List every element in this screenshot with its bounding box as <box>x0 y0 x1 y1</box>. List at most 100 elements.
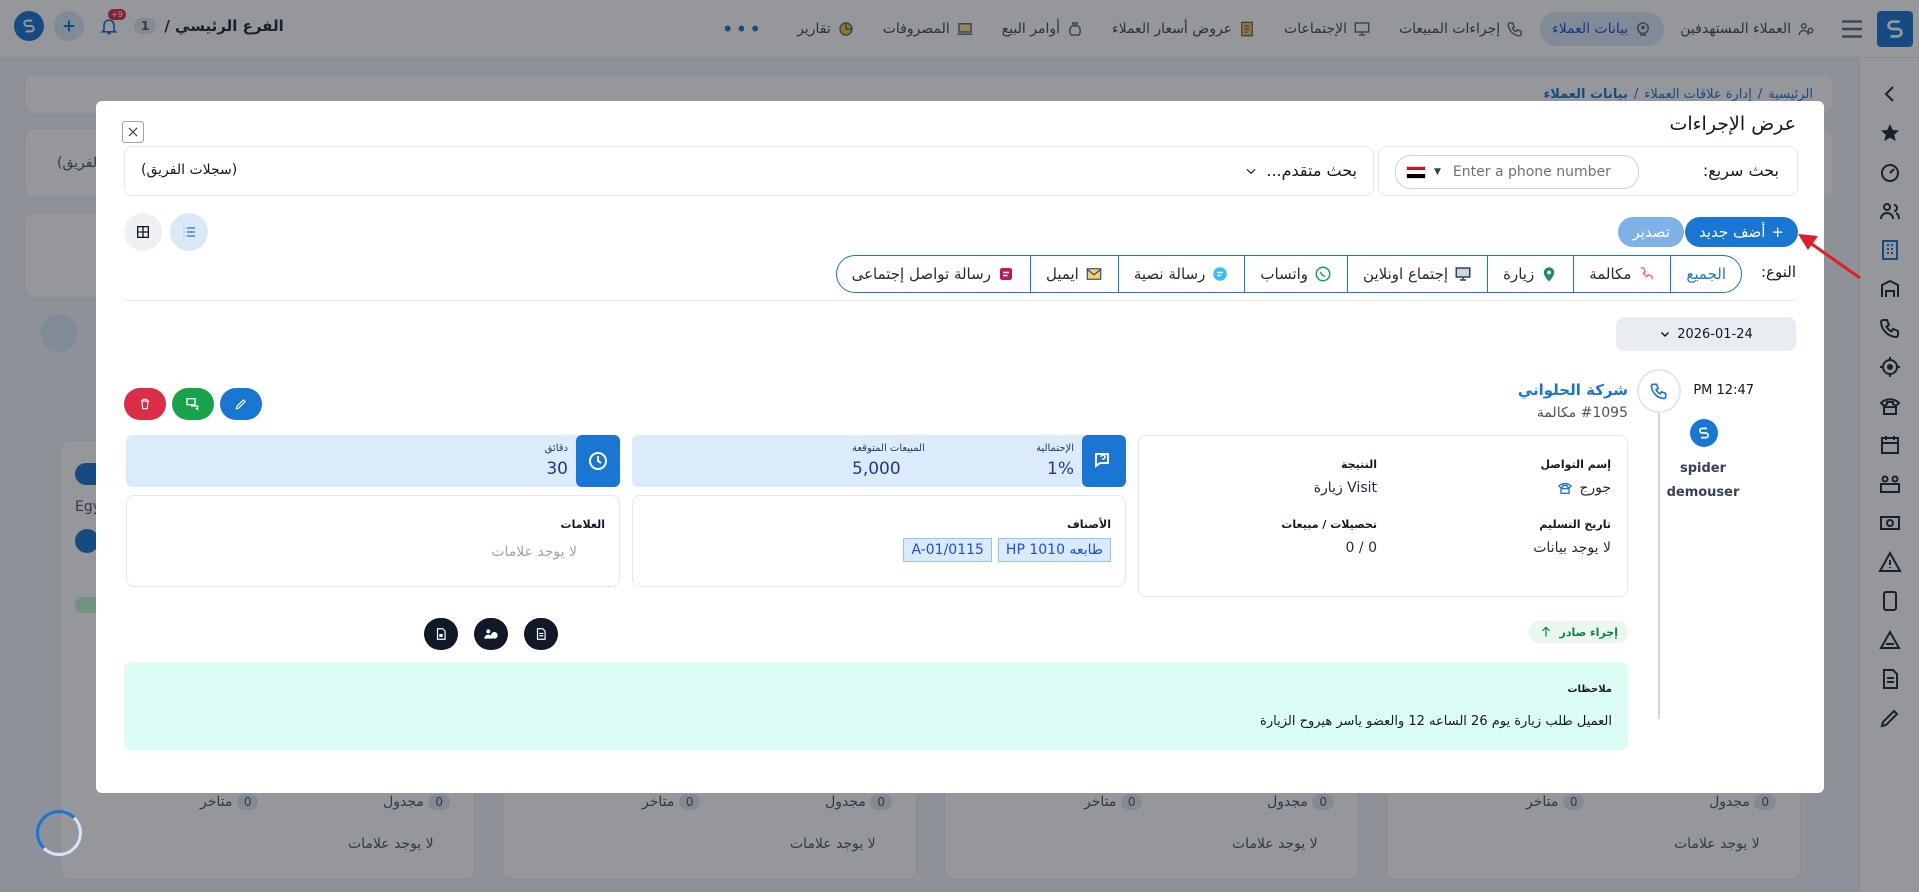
export-button[interactable]: تصدير <box>1618 217 1684 247</box>
timeline-call-marker <box>1637 369 1681 413</box>
logo-icon <box>1697 426 1711 440</box>
annotation-arrow <box>1798 234 1861 280</box>
trash-icon <box>138 397 152 411</box>
tab-label: مكالمة <box>1589 265 1632 283</box>
probability-card: الإحتمالية 1% المبيعات المتوقعة 5,000 <box>632 435 1126 487</box>
date-label: 2026-01-24 <box>1677 326 1753 342</box>
tab-label: واتساب <box>1260 265 1309 283</box>
phone-call-icon <box>1637 265 1655 283</box>
grid-view-button[interactable] <box>124 213 162 251</box>
collections-value: 0 / 0 <box>1345 540 1377 556</box>
pencil-icon <box>234 397 248 411</box>
contact-value: جورج <box>1557 480 1611 496</box>
close-icon <box>126 125 140 139</box>
document-button[interactable] <box>524 618 558 650</box>
add-new-button[interactable]: + أضف جديد <box>1685 217 1798 247</box>
user-avatar <box>1690 419 1718 447</box>
duration-badge <box>576 435 620 487</box>
delete-button[interactable] <box>124 388 166 420</box>
expected-sales-value: 5,000 <box>852 459 901 479</box>
presentation-icon <box>1454 265 1472 283</box>
quick-search-label: بحث سريع: <box>1702 161 1779 180</box>
list-view-button[interactable] <box>170 213 208 251</box>
egypt-flag-icon[interactable] <box>1406 165 1426 179</box>
items-chips: طابعه HP 1010A-01/0115 <box>897 538 1111 562</box>
tab-social-message[interactable]: رسالة تواصل إجتماعى <box>837 256 1030 292</box>
edit-button[interactable] <box>220 388 262 420</box>
minutes-label: دقائق <box>544 443 568 454</box>
telephone-icon <box>1557 480 1573 496</box>
result-label: النتيجة <box>1341 458 1377 471</box>
result-value: Visit زيارة <box>1313 480 1377 496</box>
file-button[interactable] <box>424 618 458 650</box>
items-label: الأصناف <box>1067 518 1111 531</box>
grid-icon <box>135 224 151 240</box>
question-chat-icon <box>1092 449 1116 473</box>
chat-bubbles-icon <box>185 396 201 412</box>
loading-spinner <box>36 810 82 856</box>
tab-call[interactable]: مكالمة <box>1573 256 1670 292</box>
tab-email[interactable]: ايميل <box>1029 256 1118 292</box>
notes-panel: ملاحظات العميل طلب زيارة يوم 26 الساعه 1… <box>124 662 1628 750</box>
tab-label: رسالة نصية <box>1133 265 1206 283</box>
actions-modal: عرض الإجراءات بحث سريع: ▼ Enter a phone … <box>96 101 1824 793</box>
notes-label: ملاحظات <box>1567 684 1612 695</box>
advanced-search-box[interactable]: بحث متقدم... (سجلات الفريق) <box>124 146 1374 196</box>
type-label: النوع: <box>1760 263 1796 281</box>
probability-label: الإحتمالية <box>1036 443 1074 454</box>
advanced-search-toggle[interactable]: بحث متقدم... <box>1244 161 1357 180</box>
entry-time: PM 12:47 <box>1693 383 1754 398</box>
chevron-down-icon <box>1244 164 1258 178</box>
tab-label: ايميل <box>1045 265 1079 283</box>
document-icon <box>534 627 548 641</box>
add-new-label: أضف جديد <box>1699 223 1766 241</box>
team-records-label: (سجلات الفريق) <box>141 162 238 178</box>
location-pin-icon <box>1540 265 1558 283</box>
item-chip: طابعه HP 1010 <box>997 538 1111 562</box>
collections-label: تحصيلات / مبيعات <box>1281 518 1377 531</box>
tab-all[interactable]: الجميع <box>1670 256 1741 292</box>
outgoing-action-badge: إجراء صادر <box>1529 621 1628 643</box>
tab-label: إجتماع اونلاين <box>1363 265 1449 283</box>
users-info-icon <box>483 626 499 642</box>
tab-whatsapp[interactable]: واتساب <box>1244 256 1347 292</box>
delivery-date-value: لا يوجد بيانات <box>1533 540 1611 556</box>
entry-file-actions <box>424 618 558 650</box>
social-message-icon <box>997 265 1015 283</box>
clock-icon <box>586 449 610 473</box>
entry-actions <box>124 388 262 420</box>
whatsapp-icon <box>1314 265 1332 283</box>
tags-card: العلامات لا يوجد علامات <box>126 495 620 587</box>
tab-visit[interactable]: زيارة <box>1487 256 1573 292</box>
tab-label: رسالة تواصل إجتماعى <box>851 265 991 283</box>
tags-value: لا يوجد علامات <box>491 544 577 560</box>
phone-icon <box>1649 381 1669 401</box>
tab-sms[interactable]: رسالة نصية <box>1117 256 1245 292</box>
list-icon <box>181 224 197 240</box>
timeline-line <box>1658 369 1660 719</box>
contact-label: إسم التواصل <box>1540 458 1611 471</box>
participants-button[interactable] <box>474 618 508 650</box>
minutes-value: 30 <box>546 459 568 479</box>
date-group-toggle[interactable]: 2026-01-24 <box>1616 317 1796 351</box>
delivery-date-label: تاريخ التسليم <box>1539 518 1611 531</box>
file-icon <box>434 627 448 641</box>
close-button[interactable] <box>122 121 144 143</box>
tab-label: الجميع <box>1686 265 1726 283</box>
type-tabs: الجميع مكالمة زيارة إجتماع اونلاين واتسا… <box>835 255 1742 293</box>
phone-placeholder: Enter a phone number <box>1452 164 1611 180</box>
items-card: الأصناف طابعه HP 1010A-01/0115 <box>632 495 1126 587</box>
company-name-link[interactable]: شركة الحلواني <box>1518 381 1628 399</box>
phone-input[interactable]: ▼ Enter a phone number <box>1395 155 1639 189</box>
user-name-line: spider <box>1679 461 1727 476</box>
comments-button[interactable] <box>172 388 214 420</box>
contact-value-text: جورج <box>1579 480 1611 496</box>
user-name-line: demouser <box>1666 485 1740 500</box>
probability-value: 1% <box>1047 459 1074 479</box>
expected-sales-label: المبيعات المتوقعة <box>852 443 925 454</box>
arrow-up-icon <box>1539 625 1553 639</box>
country-dropdown-icon[interactable]: ▼ <box>1434 167 1441 177</box>
action-number: #1095 مكالمة <box>1536 405 1628 421</box>
tab-online-meeting[interactable]: إجتماع اونلاين <box>1347 256 1487 292</box>
item-chip: A-01/0115 <box>903 538 992 562</box>
